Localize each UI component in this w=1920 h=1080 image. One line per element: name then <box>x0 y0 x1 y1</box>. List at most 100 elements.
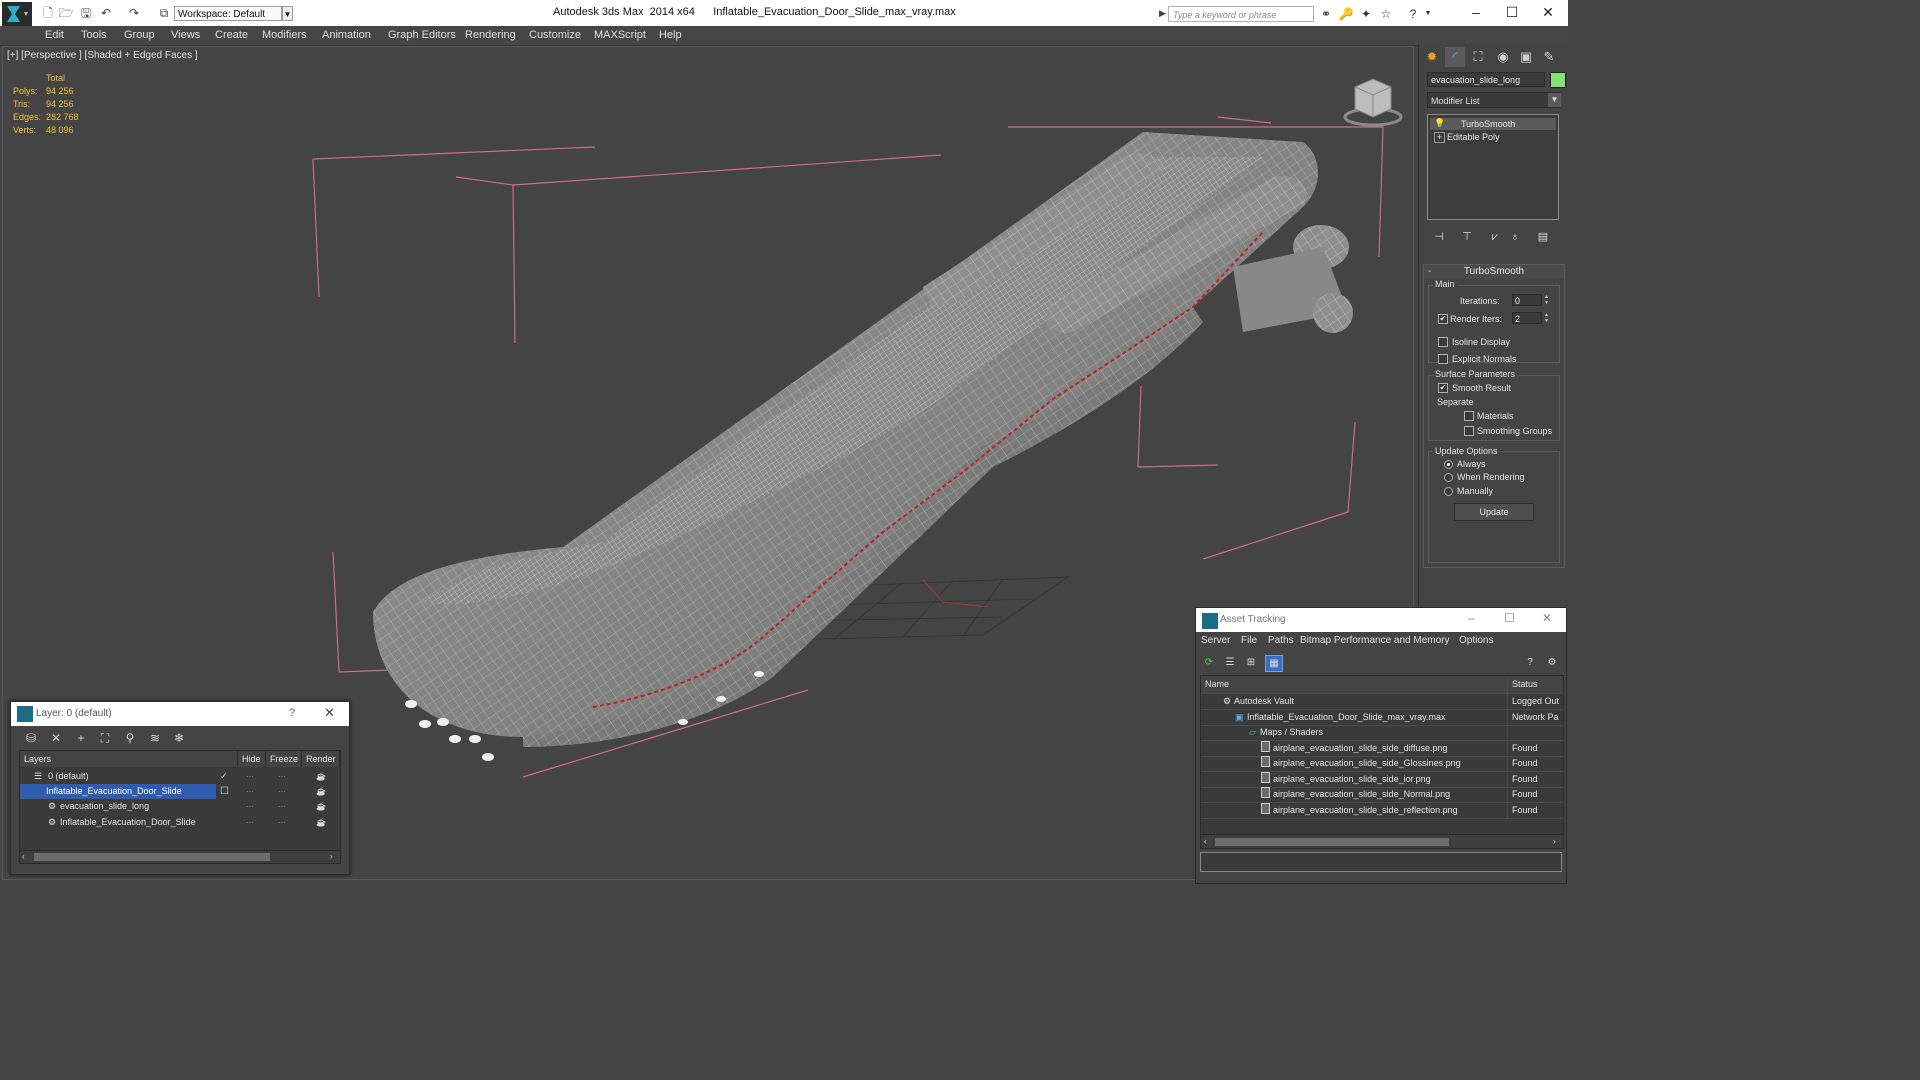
object-color-swatch[interactable] <box>1550 72 1566 88</box>
asset-menu-server[interactable]: Server <box>1201 635 1230 646</box>
modifier-list-arrow-icon[interactable]: ▼ <box>1548 93 1561 107</box>
close-icon[interactable]: ✕ <box>1530 0 1566 24</box>
layer-horizontal-scrollbar[interactable]: ‹ › <box>19 850 341 864</box>
menu-animation[interactable]: Animation <box>322 28 371 43</box>
add-to-layer-icon[interactable]: + <box>72 730 90 746</box>
render-teapot-icon[interactable]: ☕ <box>316 815 326 830</box>
pin-stack-icon[interactable]: ⊣ <box>1431 229 1447 245</box>
menu-graph-editors[interactable]: Graph Editors <box>388 28 456 43</box>
menu-customize[interactable]: Customize <box>529 28 581 43</box>
hide-toggle[interactable]: ⋯ <box>246 815 254 830</box>
always-radio[interactable] <box>1444 460 1453 469</box>
asset-menu-paths[interactable]: Paths <box>1268 635 1294 646</box>
manually-radio[interactable] <box>1444 487 1453 496</box>
col-header-name[interactable]: Name <box>1205 676 1229 693</box>
collapse-minus-icon[interactable]: - <box>1428 265 1431 279</box>
hide-toggle[interactable]: ⋯ <box>246 784 254 799</box>
layer-dialog-close-icon[interactable]: ✕ <box>324 705 335 721</box>
spinner-arrows-icon[interactable]: ▲ ▼ <box>1543 312 1550 324</box>
scroll-right-icon[interactable]: › <box>1553 835 1556 848</box>
asset-row[interactable]: airplane_evacuation_slide_side_ior.png F… <box>1201 772 1563 788</box>
redo-icon[interactable]: ↷ <box>126 5 142 21</box>
make-unique-icon[interactable]: ⩗ <box>1487 229 1503 245</box>
materials-checkbox[interactable] <box>1464 411 1474 421</box>
menu-tools[interactable]: Tools <box>81 28 107 43</box>
layer-row[interactable]: − ☰ Inflatable_Evacuation_Door_Slide ☐ ⋯… <box>20 784 338 799</box>
help-dropdown-icon[interactable]: ▼ <box>1420 6 1436 22</box>
hide-all-layers-icon[interactable]: ≋ <box>146 730 164 746</box>
create-tab-icon[interactable]: ✹ <box>1422 47 1442 67</box>
asset-menu-bitmap-performance[interactable]: Bitmap Performance and Memory <box>1300 635 1450 646</box>
asset-help-icon[interactable]: ? <box>1522 655 1538 670</box>
scroll-right-icon[interactable]: › <box>330 851 333 863</box>
expand-plus-icon[interactable]: + <box>1434 132 1445 143</box>
asset-row[interactable]: airplane_evacuation_slide_side_Glossines… <box>1201 756 1563 772</box>
delete-layer-icon[interactable]: ✕ <box>47 730 65 746</box>
subscription-icon[interactable]: 🔑 <box>1338 6 1354 22</box>
current-layer-check-icon[interactable]: ✓ <box>220 769 228 784</box>
create-layer-icon[interactable]: ⛁ <box>22 730 40 746</box>
menu-modifiers[interactable]: Modifiers <box>262 28 307 43</box>
undo-icon[interactable]: ↶ <box>98 5 114 21</box>
menu-edit[interactable]: Edit <box>45 28 64 43</box>
asset-close-icon[interactable]: ✕ <box>1542 611 1552 625</box>
asset-horizontal-scrollbar[interactable]: ‹ › <box>1201 834 1563 848</box>
scroll-left-icon[interactable]: ‹ <box>22 851 25 863</box>
col-header-status[interactable]: Status <box>1507 676 1563 693</box>
asset-row[interactable]: ▣ Inflatable_Evacuation_Door_Slide_max_v… <box>1201 710 1563 726</box>
table-view-icon[interactable]: ▦ <box>1265 655 1283 672</box>
explicit-normals-checkbox[interactable] <box>1438 354 1448 364</box>
lightbulb-icon[interactable]: 💡 <box>1434 119 1445 128</box>
freeze-toggle[interactable]: ⋯ <box>278 799 286 814</box>
asset-row[interactable]: ⚙ Autodesk Vault Logged Out <box>1201 694 1563 710</box>
workspace-dropdown[interactable]: Workspace: Default <box>174 6 282 21</box>
freeze-toggle[interactable]: ⋯ <box>278 784 286 799</box>
layer-row[interactable]: ⚙ Inflatable_Evacuation_Door_Slide ⋯ ⋯ ☕ <box>20 815 338 830</box>
tree-view-icon[interactable]: ⊞ <box>1243 655 1259 670</box>
asset-settings-icon[interactable]: ⚙ <box>1544 655 1560 670</box>
set-current-box-icon[interactable]: ☐ <box>220 784 229 799</box>
freeze-all-layers-icon[interactable]: ❄ <box>170 730 188 746</box>
asset-path-field[interactable] <box>1200 852 1562 872</box>
binoculars-icon[interactable]: ⚭ <box>1318 6 1334 22</box>
menu-rendering[interactable]: Rendering <box>465 28 516 43</box>
refresh-icon[interactable]: ⟳ <box>1201 655 1217 670</box>
asset-menu-options[interactable]: Options <box>1459 635 1493 646</box>
app-logo-icon[interactable] <box>2 2 32 26</box>
minimize-icon[interactable]: – <box>1458 0 1494 24</box>
spinner-arrows-icon[interactable]: ▲ ▼ <box>1543 294 1550 306</box>
asset-minimize-icon[interactable]: – <box>1468 611 1475 625</box>
menu-group[interactable]: Group <box>124 28 155 43</box>
freeze-toggle[interactable]: ⋯ <box>278 815 286 830</box>
col-header-render[interactable]: Render <box>302 751 340 767</box>
asset-row[interactable]: ▱ Maps / Shaders <box>1201 725 1563 741</box>
turbosmooth-rollout-header[interactable]: - TurboSmooth <box>1424 265 1564 279</box>
scroll-thumb[interactable] <box>1215 838 1449 846</box>
iterations-spinner[interactable]: 0 <box>1512 294 1542 306</box>
utilities-tab-icon[interactable]: ✎ <box>1539 47 1559 67</box>
render-teapot-icon[interactable]: ☕ <box>316 799 326 814</box>
col-header-hide[interactable]: Hide <box>238 751 266 767</box>
stack-item-turbosmooth[interactable]: 💡 TurboSmooth <box>1430 118 1556 130</box>
configure-sets-icon[interactable]: ▤ <box>1535 229 1551 245</box>
open-file-icon[interactable]: 🗁 <box>58 5 74 21</box>
smoothing-groups-checkbox[interactable] <box>1464 426 1474 436</box>
motion-tab-icon[interactable]: ◉ <box>1493 47 1513 67</box>
hide-toggle[interactable]: ⋯ <box>246 769 254 784</box>
remove-modifier-icon[interactable]: ♁ <box>1507 229 1523 245</box>
scroll-thumb[interactable] <box>34 853 270 861</box>
render-teapot-icon[interactable]: ☕ <box>316 769 326 784</box>
project-folder-icon[interactable]: ⧉ <box>156 5 172 21</box>
maximize-icon[interactable]: ☐ <box>1494 0 1530 24</box>
select-in-layer-icon[interactable]: ⛶ <box>96 730 114 746</box>
scroll-left-icon[interactable]: ‹ <box>1204 835 1207 848</box>
highlight-layer-icon[interactable]: ⚲ <box>121 730 139 746</box>
list-view-icon[interactable]: ☰ <box>1222 655 1238 670</box>
new-file-icon[interactable]: 🗋 <box>40 5 56 21</box>
save-file-icon[interactable]: 🖫 <box>78 5 94 21</box>
render-teapot-icon[interactable]: ☕ <box>316 784 326 799</box>
when-rendering-radio[interactable] <box>1444 473 1453 482</box>
asset-row[interactable]: airplane_evacuation_slide_side_Normal.pn… <box>1201 787 1563 803</box>
help-icon[interactable]: ? <box>1405 6 1421 22</box>
asset-row[interactable]: airplane_evacuation_slide_side_diffuse.p… <box>1201 741 1563 757</box>
